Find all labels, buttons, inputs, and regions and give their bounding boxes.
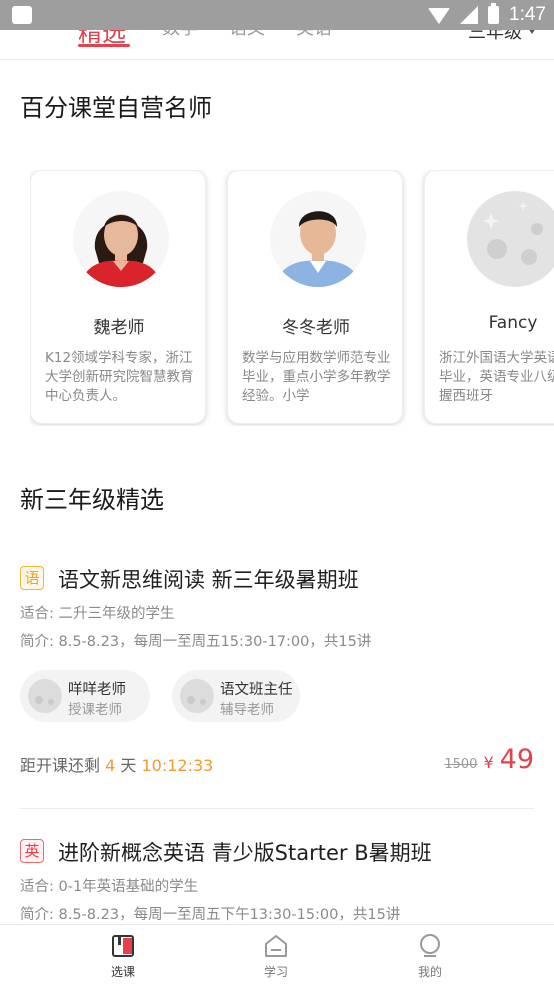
course-title[interactable]: 语文新思维阅读 新三年级暑期班 [58,564,359,594]
current-price: 49 [499,744,534,775]
nav-item-study[interactable]: 学习 [236,933,316,980]
teacher-chip-name: 咩咩老师 [68,682,126,698]
course-intro: 简介: 8.5-8.23，每周一至周五下午13:30-15:00，共15讲 [20,907,401,923]
wifi-icon [428,8,451,24]
course-suitable: 适合: 二升三年级的学生 [20,606,175,622]
teacher-chip-role: 授课老师 [68,702,122,718]
teacher-avatar-placeholder [180,679,214,713]
subject-badge: 英 [20,839,44,863]
teachers-section-title: 百分课堂自营名师 [20,94,212,122]
nav-label: 选课 [110,965,135,979]
teacher-avatar [73,191,169,287]
teacher-description: K12领域学科专家，浙江大学创新研究院智慧教育中心负责人。 [45,350,194,404]
course-suitable: 适合: 0-1年英语基础的学生 [20,879,199,895]
divider [20,808,534,809]
battery-icon [488,3,500,24]
teacher-avatar [270,191,366,287]
teacher-name: 冬冬老师 [282,318,350,338]
countdown-days: 4 [105,756,116,775]
original-price: 1500 [444,757,478,772]
course-intro: 简介: 8.5-8.23，每周一至周五15:30-17:00，共15讲 [20,634,372,650]
course-select-icon [112,935,134,957]
teacher-chip[interactable]: 咩咩老师 授课老师 [20,670,150,722]
teacher-card[interactable]: 魏老师 K12领域学科专家，浙江大学创新研究院智慧教育中心负责人。 [30,170,206,424]
teacher-chip[interactable]: 语文班主任 辅导老师 [172,670,300,722]
study-icon [265,935,287,957]
active-tab-indicator [78,44,130,47]
teacher-avatar-placeholder [467,191,554,287]
nav-label: 我的 [417,965,442,979]
teacher-chip-name: 语文班主任 [220,682,293,698]
teacher-name: Fancy [488,313,538,333]
teacher-chip-role: 辅导老师 [220,702,274,718]
countdown-time: 10:12:33 [141,756,214,775]
subject-badge: 语 [20,566,44,590]
countdown-days-unit: 天 [120,756,137,775]
course-countdown: 距开课还剩 4 天 10:12:33 [20,752,213,776]
bottom-navigation: 选课 学习 我的 [0,924,554,986]
teacher-description: 浙江外国语大学英语师范毕业，英语专业八级。掌握西班牙 [439,350,554,404]
status-bar: 1:47 [0,0,554,30]
courses-section-title: 新三年级精选 [20,486,164,514]
nav-label: 学习 [263,965,288,979]
notification-icon [12,6,32,24]
profile-icon [420,934,440,957]
teacher-name: 魏老师 [93,318,145,338]
status-time: 1:47 [509,4,546,25]
course-card[interactable]: 英 进阶新概念英语 青少版Starter B暑期班 适合: 0-1年英语基础的学… [20,837,534,927]
nav-item-course-select[interactable]: 选课 [83,933,163,980]
signal-icon [460,6,479,24]
course-card[interactable]: 语 语文新思维阅读 新三年级暑期班 适合: 二升三年级的学生 简介: 8.5-8… [20,564,534,784]
currency-symbol: ¥ [483,753,494,772]
teacher-carousel[interactable]: 魏老师 K12领域学科专家，浙江大学创新研究院智慧教育中心负责人。 冬冬老师 数… [30,170,554,426]
teacher-avatar-placeholder [28,679,62,713]
teacher-description: 数学与应用数学师范专业毕业，重点小学多年教学经验。小学 [242,350,391,404]
teacher-card[interactable]: Fancy 浙江外国语大学英语师范毕业，英语专业八级。掌握西班牙 [424,170,554,424]
course-price: 1500 ¥ 49 [444,744,534,775]
teacher-card[interactable]: 冬冬老师 数学与应用数学师范专业毕业，重点小学多年教学经验。小学 [227,170,403,424]
course-title[interactable]: 进阶新概念英语 青少版Starter B暑期班 [58,837,432,867]
countdown-prefix: 距开课还剩 [20,756,101,775]
nav-item-profile[interactable]: 我的 [390,933,470,980]
